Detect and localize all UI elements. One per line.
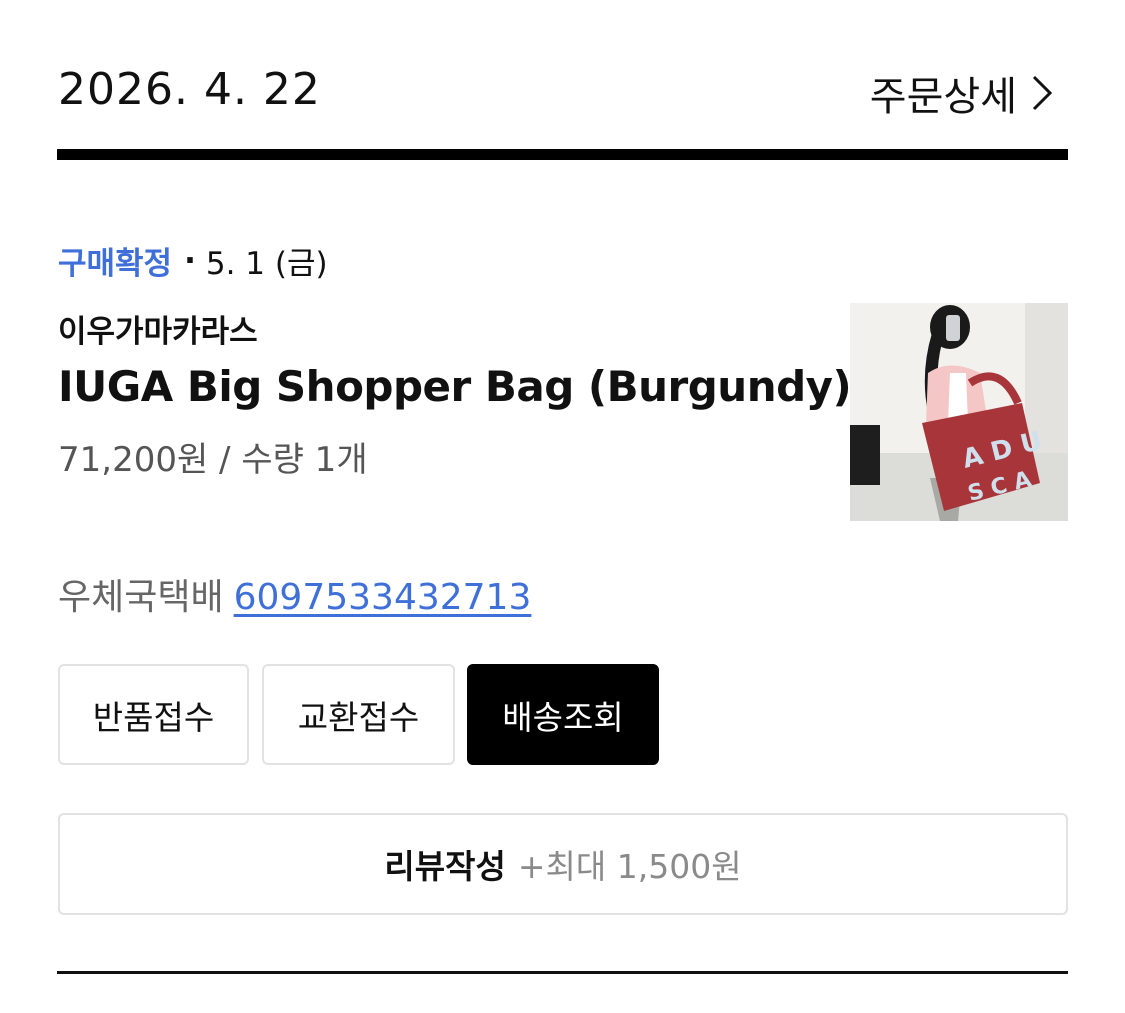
- write-review-button[interactable]: 리뷰작성 +최대 1,500원: [58, 813, 1068, 915]
- order-date: 2026. 4. 22: [58, 64, 321, 115]
- order-status-line: 구매확정 · 5. 1 (금): [58, 238, 328, 283]
- review-reward: +최대 1,500원: [517, 847, 742, 886]
- track-delivery-button[interactable]: 배송조회: [467, 664, 659, 765]
- product-thumbnail[interactable]: A D U S C A: [850, 303, 1068, 521]
- footer-divider: [57, 971, 1068, 974]
- status-separator: ·: [184, 242, 196, 279]
- shipping-info: 우체국택배 6097533432713: [58, 568, 531, 620]
- order-detail-link[interactable]: 주문상세: [870, 64, 1053, 122]
- return-button[interactable]: 반품접수: [58, 664, 249, 765]
- exchange-button[interactable]: 교환접수: [262, 664, 455, 765]
- order-detail-label: 주문상세: [869, 74, 1017, 120]
- price-quantity: 71,200원 / 수량 1개: [58, 440, 368, 480]
- tracking-number-link[interactable]: 6097533432713: [234, 577, 532, 618]
- chevron-right-icon: [1032, 75, 1053, 111]
- product-photo-icon: A D U S C A: [850, 303, 1068, 521]
- review-label: 리뷰작성: [384, 847, 506, 886]
- brand-name[interactable]: 이우가마카라스: [58, 306, 258, 351]
- status-badge: 구매확정: [58, 246, 173, 282]
- product-name[interactable]: IUGA Big Shopper Bag (Burgundy): [58, 362, 852, 411]
- header-divider: [57, 149, 1068, 160]
- status-date: 5. 1 (금): [205, 246, 328, 282]
- courier-name: 우체국택배: [58, 577, 224, 618]
